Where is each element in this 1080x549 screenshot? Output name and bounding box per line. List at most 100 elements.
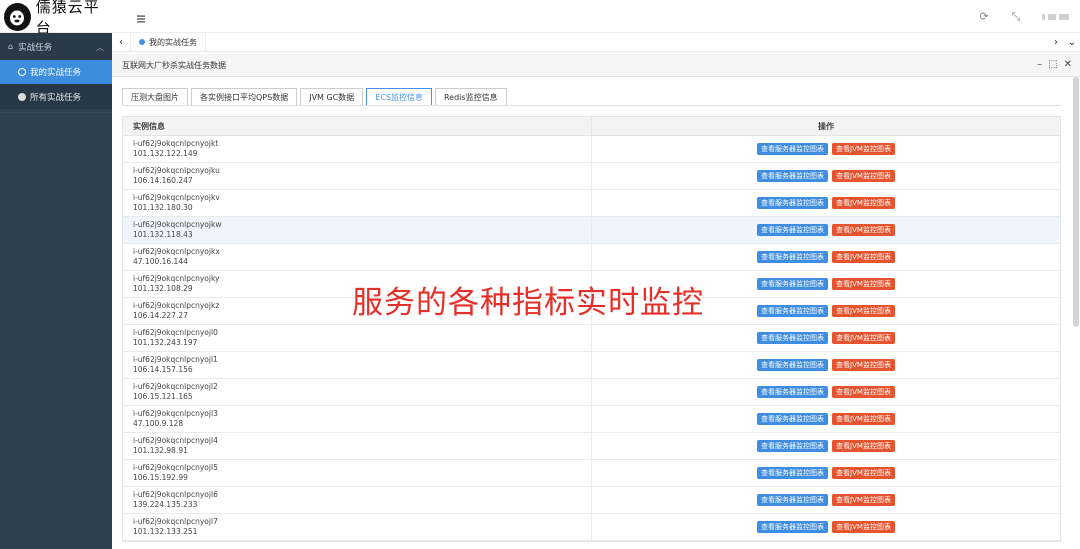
instance-ip: 47.100.16.144 — [133, 257, 188, 266]
view-jvm-monitor-button[interactable]: 查看JVM监控图表 — [832, 413, 895, 425]
instance-table: 实例信息 操作 i-uf62j9okqcnlpcnyojkt 101.132.12… — [122, 116, 1061, 542]
view-server-monitor-button[interactable]: 查看服务器监控图表 — [757, 332, 829, 344]
instance-id: i-uf62j9okqcnlpcnyojl2 — [133, 382, 218, 391]
view-server-monitor-button[interactable]: 查看服务器监控图表 — [757, 521, 829, 533]
sidebar: ⌂ 实战任务 ︿ 我的实战任务 所有实战任务 — [0, 33, 112, 549]
instance-id: i-uf62j9okqcnlpcnyojl5 — [133, 463, 218, 472]
table-row: i-uf62j9okqcnlpcnyojkt 101.132.122.149 查看服… — [123, 136, 1060, 163]
actions-cell: 查看服务器监控图表 查看JVM监控图表 — [592, 487, 1060, 513]
subtab-redis-monitor[interactable]: Redis监控信息 — [434, 88, 507, 106]
chevron-up-icon: ︿ — [96, 43, 104, 52]
view-jvm-monitor-button[interactable]: 查看JVM监控图表 — [832, 224, 895, 236]
instance-ip: 47.100.9.128 — [133, 419, 184, 428]
actions-cell: 查看服务器监控图表 查看JVM监控图表 — [592, 379, 1060, 405]
view-jvm-monitor-button[interactable]: 查看JVM监控图表 — [832, 197, 895, 209]
view-server-monitor-button[interactable]: 查看服务器监控图表 — [757, 467, 829, 479]
home-icon: ⌂ — [8, 42, 14, 51]
sidebar-group-label: 实战任务 — [18, 42, 53, 53]
view-server-monitor-button[interactable]: 查看服务器监控图表 — [757, 197, 829, 209]
view-server-monitor-button[interactable]: 查看服务器监控图表 — [757, 413, 829, 425]
instance-ip: 106.15.121.165 — [133, 392, 193, 401]
fullscreen-icon[interactable]: ⤡ — [1010, 10, 1022, 23]
view-jvm-monitor-button[interactable]: 查看JVM监控图表 — [832, 278, 895, 290]
subtab-qps-data[interactable]: 各实例接口平均QPS数据 — [191, 88, 298, 106]
actions-cell: 查看服务器监控图表 查看JVM监控图表 — [592, 406, 1060, 432]
actions-cell: 查看服务器监控图表 查看JVM监控图表 — [592, 460, 1060, 486]
tab-scroll-left-icon[interactable]: ‹ — [112, 37, 130, 48]
menu-toggle-icon[interactable] — [135, 10, 147, 23]
table-row: i-uf62j9okqcnlpcnyojl4 101.132.98.91 查看服务器… — [123, 433, 1060, 460]
tab-scroll-right-icon[interactable]: › — [1048, 37, 1064, 48]
sidebar-group-tasks[interactable]: ⌂ 实战任务 ︿ — [0, 33, 112, 60]
user-avatar[interactable] — [1042, 13, 1072, 20]
view-server-monitor-button[interactable]: 查看服务器监控图表 — [757, 170, 829, 182]
instance-ip: 101.132.180.30 — [133, 203, 193, 212]
table-body: i-uf62j9okqcnlpcnyojkt 101.132.122.149 查看服… — [123, 136, 1060, 541]
refresh-icon[interactable]: ⟳ — [978, 10, 990, 23]
view-jvm-monitor-button[interactable]: 查看JVM监控图表 — [832, 332, 895, 344]
table-row: i-uf62j9okqcnlpcnyojkv 101.132.180.30 查看服务… — [123, 190, 1060, 217]
table-row: i-uf62j9okqcnlpcnyojl2 106.15.121.165 查看服务… — [123, 379, 1060, 406]
panel-header: 互联网大厂秒杀实战任务数据 – ⬚ ✕ — [112, 54, 1080, 77]
subtab-load-test-images[interactable]: 压测大盘图片 — [122, 88, 188, 106]
data-subtabs: 压测大盘图片 各实例接口平均QPS数据 JVM GC数据 ECS监控信息 Red… — [122, 88, 510, 106]
minimize-icon[interactable]: – — [1037, 59, 1042, 70]
view-jvm-monitor-button[interactable]: 查看JVM监控图表 — [832, 440, 895, 452]
maximize-icon[interactable]: ⬚ — [1048, 59, 1057, 70]
instance-ip: 106.14.160.247 — [133, 176, 193, 185]
instance-info-cell: i-uf62j9okqcnlpcnyojl7 101.132.133.251 — [123, 514, 592, 540]
column-header-actions: 操作 — [818, 121, 834, 131]
instance-info-cell: i-uf62j9okqcnlpcnyojkv 101.132.180.30 — [123, 190, 592, 216]
actions-cell: 查看服务器监控图表 查看JVM监控图表 — [592, 514, 1060, 540]
column-header-instance: 实例信息 — [123, 117, 592, 135]
tab-my-tasks[interactable]: 我的实战任务 — [130, 32, 206, 52]
view-jvm-monitor-button[interactable]: 查看JVM监控图表 — [832, 386, 895, 398]
view-jvm-monitor-button[interactable]: 查看JVM监控图表 — [832, 170, 895, 182]
view-jvm-monitor-button[interactable]: 查看JVM监控图表 — [832, 359, 895, 371]
view-server-monitor-button[interactable]: 查看服务器监控图表 — [757, 224, 829, 236]
tab-menu-chevron-down-icon[interactable]: ⌄ — [1064, 37, 1080, 48]
actions-cell: 查看服务器监控图表 查看JVM监控图表 — [592, 190, 1060, 216]
actions-cell: 查看服务器监控图表 查看JVM监控图表 — [592, 433, 1060, 459]
view-server-monitor-button[interactable]: 查看服务器监控图表 — [757, 359, 829, 371]
subtab-ecs-monitor[interactable]: ECS监控信息 — [366, 88, 432, 106]
top-header: 儒猿云平台 ⟳ ⤡ — [0, 0, 1080, 37]
subtabs-divider — [122, 105, 1061, 106]
view-jvm-monitor-button[interactable]: 查看JVM监控图表 — [832, 251, 895, 263]
page-tab-strip: ‹ 我的实战任务 › ⌄ — [112, 32, 1080, 52]
view-server-monitor-button[interactable]: 查看服务器监控图表 — [757, 386, 829, 398]
view-server-monitor-button[interactable]: 查看服务器监控图表 — [757, 251, 829, 263]
instance-info-cell: i-uf62j9okqcnlpcnyojl4 101.132.98.91 — [123, 433, 592, 459]
subtab-jvm-gc[interactable]: JVM GC数据 — [300, 88, 364, 106]
view-jvm-monitor-button[interactable]: 查看JVM监控图表 — [832, 305, 895, 317]
sidebar-item-my-tasks[interactable]: 我的实战任务 — [0, 60, 112, 84]
sidebar-item-label: 所有实战任务 — [30, 93, 82, 103]
instance-info-cell: i-uf62j9okqcnlpcnyojku 106.14.160.247 — [123, 163, 592, 189]
instance-info-cell: i-uf62j9okqcnlpcnyojkw 101.132.118.43 — [123, 217, 592, 243]
table-row: i-uf62j9okqcnlpcnyojl1 106.14.157.156 查看服务… — [123, 352, 1060, 379]
view-jvm-monitor-button[interactable]: 查看JVM监控图表 — [832, 521, 895, 533]
view-jvm-monitor-button[interactable]: 查看JVM监控图表 — [832, 467, 895, 479]
instance-ip: 106.15.192.99 — [133, 473, 188, 482]
tab-label: 我的实战任务 — [149, 37, 197, 47]
close-icon[interactable]: ✕ — [1064, 59, 1072, 70]
actions-cell: 查看服务器监控图表 查看JVM监控图表 — [592, 217, 1060, 243]
overlay-caption: 服务的各种指标实时监控 — [352, 285, 704, 321]
table-row: i-uf62j9okqcnlpcnyojl0 101.132.243.197 查看服… — [123, 325, 1060, 352]
sidebar-item-all-tasks[interactable]: 所有实战任务 — [0, 85, 112, 109]
sidebar-item-label: 我的实战任务 — [30, 68, 82, 78]
instance-info-cell: i-uf62j9okqcnlpcnyojl5 106.15.192.99 — [123, 460, 592, 486]
table-row: i-uf62j9okqcnlpcnyojkx 47.100.16.144 查看服务器… — [123, 244, 1060, 271]
view-server-monitor-button[interactable]: 查看服务器监控图表 — [757, 494, 829, 506]
view-server-monitor-button[interactable]: 查看服务器监控图表 — [757, 143, 829, 155]
view-jvm-monitor-button[interactable]: 查看JVM监控图表 — [832, 494, 895, 506]
view-server-monitor-button[interactable]: 查看服务器监控图表 — [757, 440, 829, 452]
app-logo[interactable]: 儒猿云平台 — [0, 0, 112, 37]
page-scrollbar[interactable] — [1073, 77, 1079, 327]
instance-id: i-uf62j9okqcnlpcnyojl1 — [133, 355, 218, 364]
instance-ip: 106.14.157.156 — [133, 365, 193, 374]
view-server-monitor-button[interactable]: 查看服务器监控图表 — [757, 278, 829, 290]
instance-ip: 101.132.98.91 — [133, 446, 188, 455]
view-server-monitor-button[interactable]: 查看服务器监控图表 — [757, 305, 829, 317]
view-jvm-monitor-button[interactable]: 查看JVM监控图表 — [832, 143, 895, 155]
